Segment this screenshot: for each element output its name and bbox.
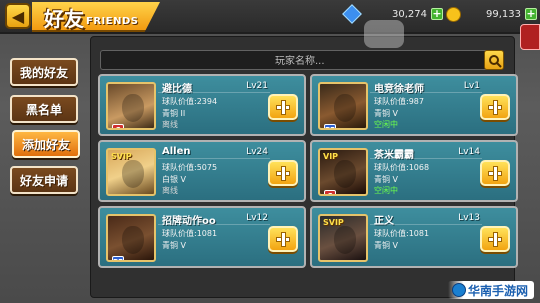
position-badge: PF xyxy=(324,124,336,128)
watermark-text: 华南手游网 xyxy=(467,283,528,298)
add-friend-button[interactable] xyxy=(268,94,298,120)
player-status: 离线 xyxy=(162,120,178,129)
friend-card: SVIP Allen Lv24 球队价值:5075 白银 V 离线 xyxy=(98,140,306,202)
position-badge: PF xyxy=(112,256,124,260)
player-level: Lv12 xyxy=(246,213,268,223)
divider xyxy=(158,92,270,93)
player-level: Lv1 xyxy=(463,81,480,91)
player-level: Lv21 xyxy=(246,81,268,91)
divider xyxy=(158,158,270,159)
add-friend-button[interactable] xyxy=(268,160,298,186)
player-avatar[interactable]: PF xyxy=(106,214,156,262)
divider xyxy=(370,92,482,93)
player-level: Lv14 xyxy=(458,147,480,157)
page-title-en: FRIENDS xyxy=(86,16,139,27)
team-value: 球队价值:1068 xyxy=(374,163,430,172)
player-avatar[interactable]: VIP C xyxy=(318,148,368,196)
player-rank: 青铜 V xyxy=(162,241,187,250)
position-badge: C xyxy=(324,190,336,194)
add-friend-button[interactable] xyxy=(480,160,510,186)
back-arrow-icon: ◀ xyxy=(11,6,25,26)
player-status: 空闲中 xyxy=(374,120,398,129)
team-value: 球队价值:5075 xyxy=(162,163,218,172)
watermark: 华南手游网 xyxy=(447,281,534,299)
search-button[interactable] xyxy=(484,50,504,70)
tab-add-friend[interactable]: 添加好友 xyxy=(12,130,80,158)
divider xyxy=(370,224,482,225)
position-badge: C xyxy=(112,124,124,128)
team-value: 球队价值:1081 xyxy=(162,229,218,238)
player-avatar[interactable]: SVIP xyxy=(318,214,368,262)
gem-amount: 30,274 xyxy=(392,8,427,20)
friend-card: PF 电竞徐老师 Lv1 球队价值:987 青铜 V 空闲中 xyxy=(310,74,518,136)
player-level: Lv13 xyxy=(458,213,480,223)
team-value: 球队价值:1081 xyxy=(374,229,430,238)
player-rank: 青铜 II xyxy=(162,109,186,118)
add-friend-button[interactable] xyxy=(480,226,510,252)
page-title: 好友 xyxy=(44,7,84,31)
tab-my-friends[interactable]: 我的好友 xyxy=(10,58,78,86)
add-friend-button[interactable] xyxy=(480,94,510,120)
friend-card: VIP C 茶米霸霸 Lv14 球队价值:1068 青铜 V 空闲中 xyxy=(310,140,518,202)
friend-card: PF 招牌动作oo Lv12 球队价值:1081 青铜 V xyxy=(98,206,306,268)
search-icon xyxy=(489,55,502,68)
tab-friend-requests[interactable]: 好友申请 xyxy=(10,166,78,194)
tab-blacklist[interactable]: 黑名单 xyxy=(10,95,78,123)
vip-badge: SVIP xyxy=(111,152,132,161)
vip-badge: VIP xyxy=(323,152,339,161)
divider xyxy=(370,158,482,159)
add-gems-button[interactable]: + xyxy=(431,8,443,20)
coin-amount: 99,133 xyxy=(486,8,521,20)
coin-counter: 99,133 + xyxy=(446,5,537,23)
search-bar xyxy=(100,50,502,70)
player-avatar[interactable]: PF xyxy=(318,82,368,130)
player-status: 空闲中 xyxy=(374,186,398,195)
coin-icon xyxy=(446,6,461,22)
player-rank: 白银 V xyxy=(162,175,187,184)
gem-icon xyxy=(342,4,362,24)
search-input[interactable] xyxy=(109,53,469,69)
team-value: 球队价值:987 xyxy=(374,97,424,106)
player-avatar[interactable]: C xyxy=(106,82,156,130)
player-name: Allen xyxy=(162,146,191,157)
vip-badge: SVIP xyxy=(323,218,344,227)
friend-card: SVIP 正义 Lv13 球队价值:1081 青铜 V xyxy=(310,206,518,268)
player-status: 离线 xyxy=(162,186,178,195)
divider xyxy=(158,224,270,225)
player-rank: 青铜 V xyxy=(374,241,399,250)
player-level: Lv24 xyxy=(246,147,268,157)
top-bar: ◀ 好友 FRIENDS 30,274 + 99,133 + xyxy=(0,0,540,34)
team-value: 球队价值:2394 xyxy=(162,97,218,106)
player-rank: 青铜 V xyxy=(374,175,399,184)
player-rank: 青铜 V xyxy=(374,109,399,118)
watermark-logo-icon xyxy=(451,283,466,297)
floating-assist-button[interactable] xyxy=(364,20,404,48)
back-button[interactable]: ◀ xyxy=(5,3,31,29)
add-coins-button[interactable]: + xyxy=(525,8,537,20)
friend-card: C 避比德 Lv21 球队价值:2394 青铜 II 离线 xyxy=(98,74,306,136)
close-button[interactable] xyxy=(520,24,540,50)
add-friend-button[interactable] xyxy=(268,226,298,252)
player-avatar[interactable]: SVIP xyxy=(106,148,156,196)
